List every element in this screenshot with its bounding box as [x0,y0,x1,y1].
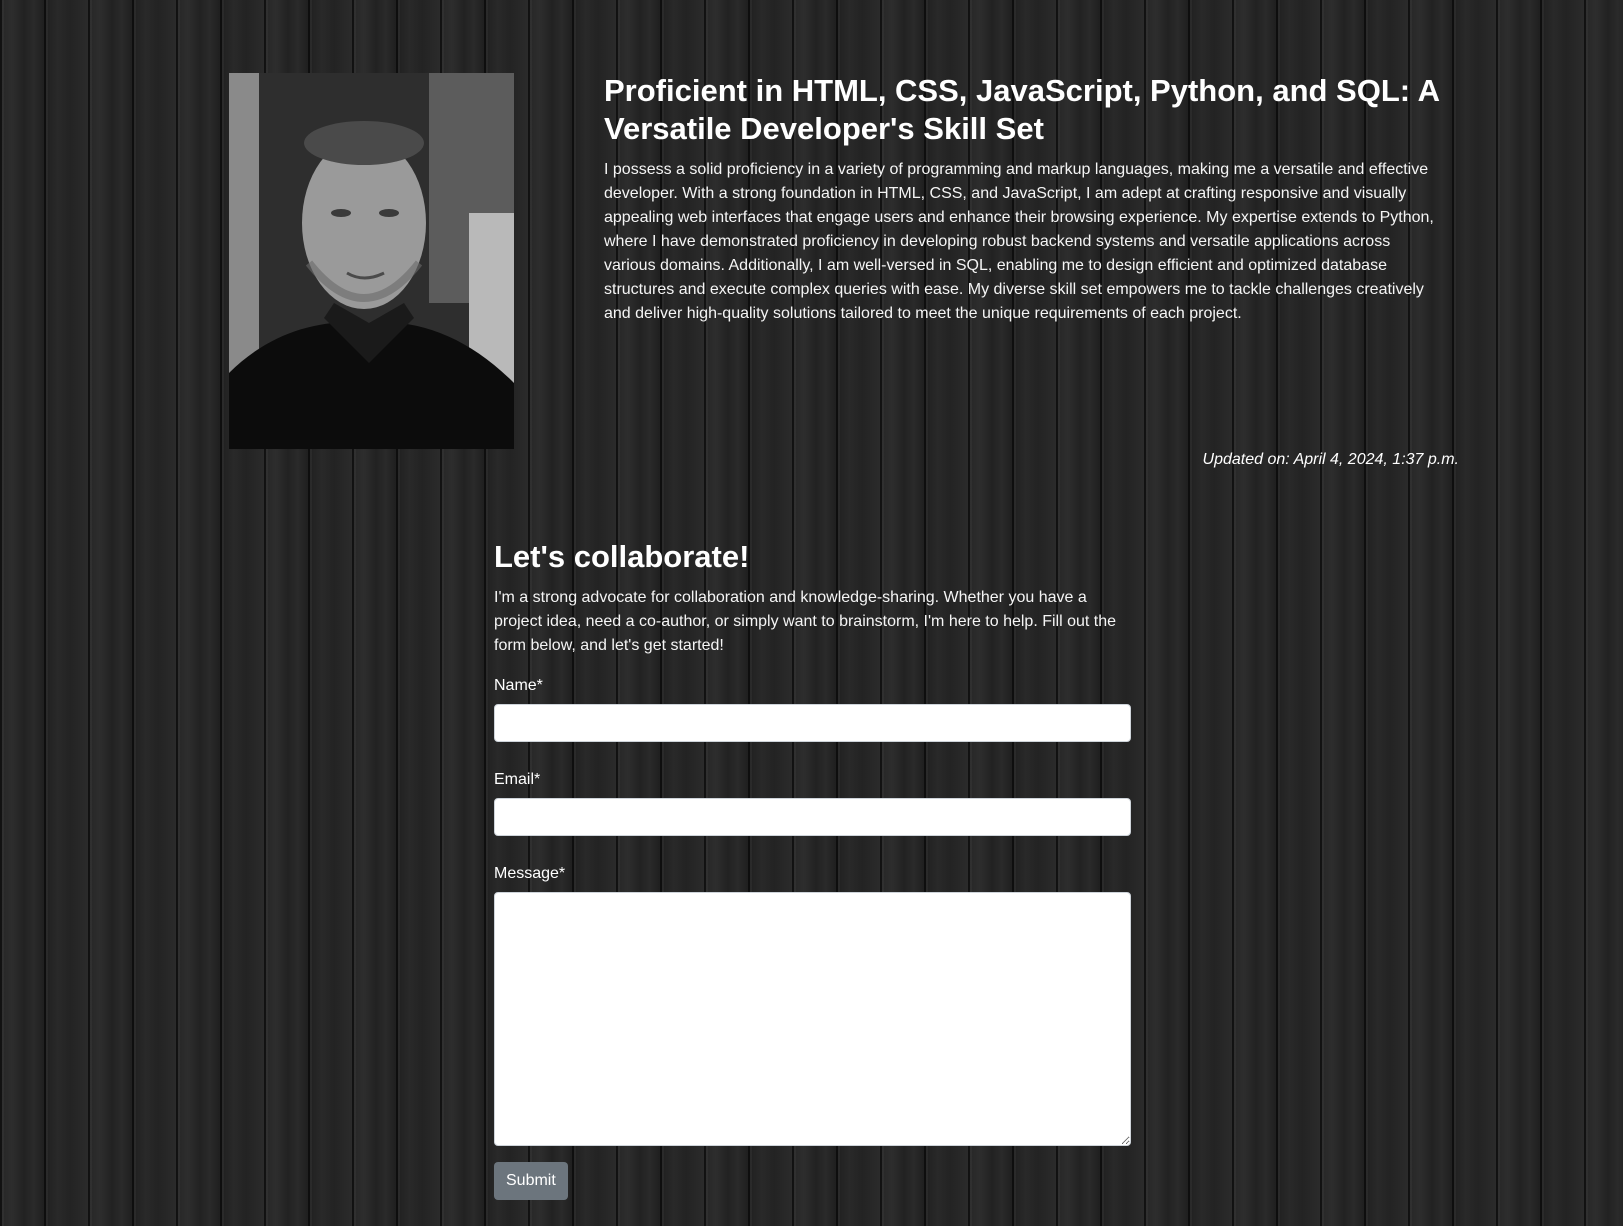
name-label: Name* [494,677,543,694]
updated-timestamp: Updated on: April 4, 2024, 1:37 p.m. [1202,451,1459,468]
name-input[interactable] [494,704,1131,742]
contact-form: Name* Email* Message* Submit [494,676,1131,1200]
email-label: Email* [494,771,541,788]
collaborate-title: Let's collaborate! [494,539,750,574]
skills-description: I possess a solid proficiency in a varie… [604,161,1434,322]
collaborate-intro: I'm a strong advocate for collaboration … [494,589,1117,654]
profile-photo [229,73,514,449]
collaborate-section: Let's collaborate! I'm a strong advocate… [494,536,1131,1200]
message-label: Message* [494,865,566,882]
skills-title: Proficient in HTML, CSS, JavaScript, Pyt… [604,73,1439,146]
submit-button[interactable]: Submit [494,1162,568,1200]
skills-section: Proficient in HTML, CSS, JavaScript, Pyt… [604,72,1444,326]
message-textarea[interactable] [494,892,1131,1146]
email-input[interactable] [494,798,1131,836]
profile-photo-graphic [229,73,514,449]
